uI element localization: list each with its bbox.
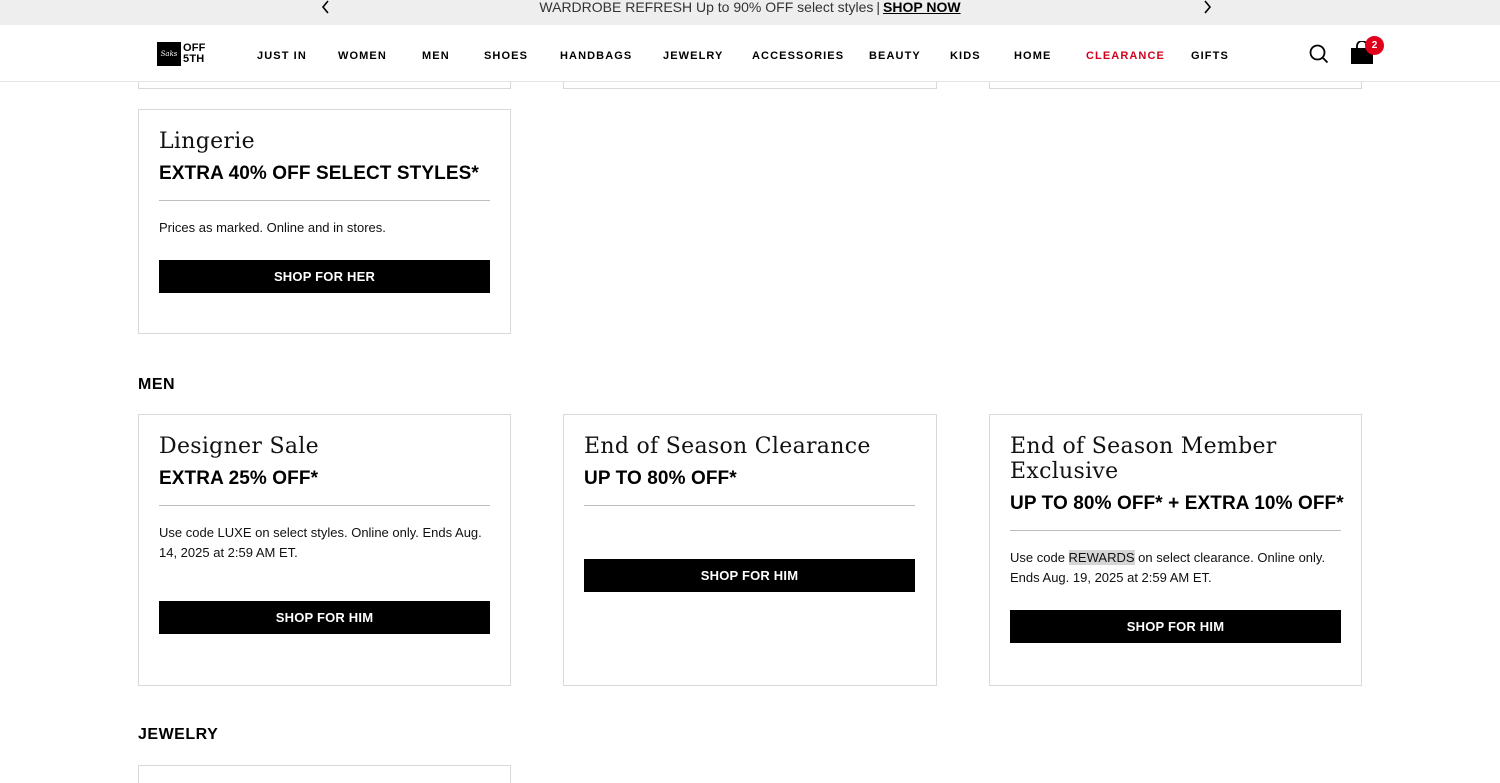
nav-item-jewelry[interactable]: JEWELRY <box>663 49 723 63</box>
card-title: End of Season Member Exclusive <box>1010 434 1277 484</box>
card-offer: UP TO 80% OFF* <box>584 468 737 489</box>
card-divider <box>159 505 490 506</box>
nav-item-gifts[interactable]: GIFTS <box>1191 49 1229 63</box>
promo-shop-now-link[interactable]: SHOP NOW <box>883 0 961 15</box>
card-bottom-edge <box>989 82 1362 89</box>
promo-text: WARDROBE REFRESH Up to 90% OFF select st… <box>539 0 874 15</box>
promo-card-member-exclusive: End of Season Member Exclusive UP TO 80%… <box>989 414 1362 686</box>
promo-card-lingerie: Lingerie EXTRA 40% OFF SELECT STYLES* Pr… <box>138 109 511 334</box>
cart-count-badge: 2 <box>1365 36 1384 55</box>
search-icon <box>1309 44 1329 64</box>
desc-prefix: Use code <box>1010 550 1065 565</box>
card-offer: EXTRA 40% OFF SELECT STYLES* <box>159 163 479 184</box>
card-bottom-edge <box>563 82 937 89</box>
nav-item-shoes[interactable]: SHOES <box>484 49 528 63</box>
site-header: Saks OFF 5TH JUST IN WOMEN MEN SHOES HAN… <box>0 25 1500 82</box>
promo-card-end-of-season-clearance: End of Season Clearance UP TO 80% OFF* S… <box>563 414 937 686</box>
nav-item-accessories[interactable]: ACCESSORIES <box>752 49 844 63</box>
nav-item-kids[interactable]: KIDS <box>950 49 981 63</box>
card-offer: UP TO 80% OFF* + EXTRA 10% OFF* <box>1010 493 1344 514</box>
nav-item-clearance[interactable]: CLEARANCE <box>1086 49 1165 63</box>
promo-separator: | <box>876 0 881 15</box>
card-offer: EXTRA 25% OFF* <box>159 468 319 489</box>
nav-item-women[interactable]: WOMEN <box>338 49 387 63</box>
promo-card-designer-sale: Designer Sale EXTRA 25% OFF* Use code LU… <box>138 414 511 686</box>
shop-for-him-button[interactable]: SHOP FOR HIM <box>159 601 490 634</box>
card-title: End of Season Clearance <box>584 434 871 459</box>
nav-item-handbags[interactable]: HANDBAGS <box>560 49 632 63</box>
chevron-right-icon <box>1203 0 1211 14</box>
shop-for-her-button[interactable]: SHOP FOR HER <box>159 260 490 293</box>
search-button[interactable] <box>1309 44 1329 69</box>
promo-card-jewelry-partial <box>138 765 511 783</box>
shop-for-him-button[interactable]: SHOP FOR HIM <box>584 559 915 592</box>
promo-next-button[interactable] <box>1200 0 1214 14</box>
shop-for-him-button[interactable]: SHOP FOR HIM <box>1010 610 1341 643</box>
promo-code-rewards: REWARDS <box>1068 550 1135 565</box>
card-title: Designer Sale <box>159 434 319 459</box>
section-title-jewelry: JEWELRY <box>138 726 219 743</box>
card-bottom-edge <box>138 82 511 89</box>
card-description: Use code REWARDS on select clearance. On… <box>1010 548 1341 588</box>
nav-item-just-in[interactable]: JUST IN <box>257 49 307 63</box>
card-description: Use code LUXE on select styles. Online o… <box>159 525 482 560</box>
nav-item-men[interactable]: MEN <box>422 49 450 63</box>
card-divider <box>584 505 915 506</box>
card-divider <box>1010 530 1341 531</box>
promo-bar: WARDROBE REFRESH Up to 90% OFF select st… <box>0 0 1500 25</box>
section-title-men: MEN <box>138 376 176 393</box>
promo-message: WARDROBE REFRESH Up to 90% OFF select st… <box>0 0 1500 14</box>
nav-item-beauty[interactable]: BEAUTY <box>869 49 921 63</box>
nav-item-home[interactable]: HOME <box>1014 49 1051 63</box>
main-nav: JUST IN WOMEN MEN SHOES HANDBAGS JEWELRY… <box>0 49 1500 63</box>
card-title: Lingerie <box>159 129 255 154</box>
card-divider <box>159 200 490 201</box>
card-description: Prices as marked. Online and in stores. <box>159 220 386 235</box>
